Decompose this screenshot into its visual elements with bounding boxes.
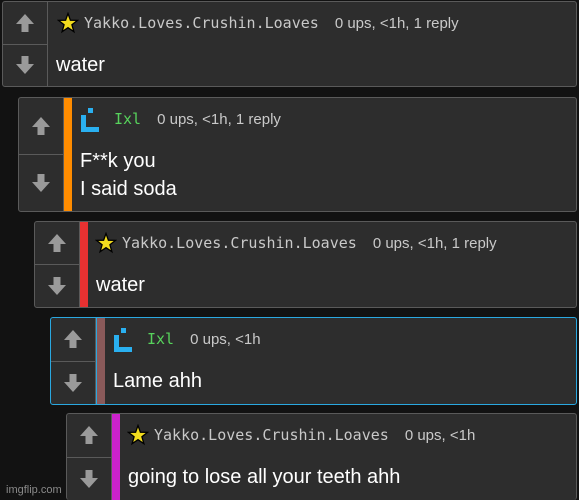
comment-5: Yakko.Loves.Crushin.Loaves 0 ups, <1h go… bbox=[66, 413, 577, 500]
comment-text: water bbox=[96, 271, 145, 299]
comment-body: Yakko.Loves.Crushin.Loaves 0 ups, <1h, 1… bbox=[88, 222, 576, 307]
blue-bracket-badge-icon bbox=[78, 107, 102, 132]
up-arrow-icon bbox=[32, 117, 50, 135]
upvote-button[interactable] bbox=[35, 222, 79, 264]
upvote-button[interactable] bbox=[3, 2, 47, 44]
downvote-button[interactable] bbox=[19, 154, 63, 211]
up-arrow-icon bbox=[80, 426, 98, 445]
comment-body: Yakko.Loves.Crushin.Loaves 0 ups, <1h go… bbox=[120, 414, 576, 500]
comment-stats: 0 ups, <1h, 1 reply bbox=[334, 14, 459, 32]
upvote-button[interactable] bbox=[51, 318, 95, 361]
comment-stats: 0 ups, <1h bbox=[190, 330, 261, 348]
watermark: imgflip.com bbox=[6, 484, 62, 496]
upvote-button[interactable] bbox=[19, 98, 63, 154]
comment-stats: 0 ups, <1h, 1 reply bbox=[157, 110, 281, 128]
star-badge-icon bbox=[94, 231, 118, 255]
comment-body: Ixl 0 ups, <1h Lame ahh bbox=[105, 318, 576, 404]
comment-line: water bbox=[96, 274, 145, 296]
down-arrow-icon bbox=[64, 373, 82, 392]
up-arrow-icon bbox=[64, 330, 82, 349]
comment-body: Yakko.Loves.Crushin.Loaves 0 ups, <1h, 1… bbox=[48, 2, 576, 86]
comment-text: Lame ahh bbox=[113, 367, 202, 395]
username-link[interactable]: Yakko.Loves.Crushin.Loaves bbox=[84, 14, 319, 32]
username-link[interactable]: Ixl bbox=[114, 110, 141, 128]
comment-4: Ixl 0 ups, <1h Lame ahh bbox=[50, 317, 577, 405]
comment-text: water bbox=[56, 51, 105, 79]
vote-column bbox=[67, 414, 112, 500]
thread-stripe bbox=[96, 318, 105, 404]
comment-text: going to lose all your teeth ahh bbox=[128, 463, 400, 491]
downvote-button[interactable] bbox=[35, 264, 79, 307]
thread-stripe bbox=[112, 414, 120, 500]
username-link[interactable]: Yakko.Loves.Crushin.Loaves bbox=[154, 426, 389, 444]
comment-meta: Yakko.Loves.Crushin.Loaves 0 ups, <1h bbox=[126, 423, 572, 447]
comment-1: Yakko.Loves.Crushin.Loaves 0 ups, <1h, 1… bbox=[2, 1, 577, 87]
blue-bracket-badge-icon bbox=[111, 327, 135, 352]
star-badge-icon bbox=[126, 423, 150, 447]
comment-line: F**k you bbox=[80, 150, 156, 172]
username-link[interactable]: Yakko.Loves.Crushin.Loaves bbox=[122, 234, 357, 252]
downvote-button[interactable] bbox=[3, 43, 47, 87]
comment-line: I said soda bbox=[80, 178, 177, 200]
down-arrow-icon bbox=[80, 469, 98, 488]
down-arrow-icon bbox=[32, 174, 50, 192]
thread-stripe bbox=[64, 98, 72, 211]
comment-line: Lame ahh bbox=[113, 370, 202, 392]
comment-line: going to lose all your teeth ahh bbox=[128, 466, 401, 488]
comment-2: Ixl 0 ups, <1h, 1 reply F**k you I said … bbox=[18, 97, 577, 212]
vote-column bbox=[3, 2, 48, 86]
star-badge-icon bbox=[56, 11, 80, 35]
down-arrow-icon bbox=[16, 56, 34, 75]
up-arrow-icon bbox=[16, 13, 34, 32]
comment-line: water bbox=[56, 54, 105, 76]
vote-column bbox=[35, 222, 80, 307]
comment-text: F**k you I said soda bbox=[80, 147, 177, 203]
username-link[interactable]: Ixl bbox=[147, 330, 174, 348]
downvote-button[interactable] bbox=[67, 456, 111, 500]
comment-meta: Ixl 0 ups, <1h, 1 reply bbox=[78, 107, 572, 132]
vote-column bbox=[19, 98, 64, 211]
up-arrow-icon bbox=[48, 234, 66, 252]
vote-column bbox=[51, 318, 96, 404]
thread-stripe bbox=[80, 222, 88, 307]
comment-meta: Ixl 0 ups, <1h bbox=[111, 327, 572, 352]
comment-3: Yakko.Loves.Crushin.Loaves 0 ups, <1h, 1… bbox=[34, 221, 577, 308]
down-arrow-icon bbox=[48, 277, 66, 295]
comment-meta: Yakko.Loves.Crushin.Loaves 0 ups, <1h, 1… bbox=[94, 231, 572, 255]
comment-meta: Yakko.Loves.Crushin.Loaves 0 ups, <1h, 1… bbox=[56, 11, 572, 35]
comment-stats: 0 ups, <1h, 1 reply bbox=[372, 234, 497, 252]
comment-stats: 0 ups, <1h bbox=[404, 426, 476, 444]
upvote-button[interactable] bbox=[67, 414, 111, 457]
downvote-button[interactable] bbox=[51, 360, 95, 405]
comment-body: Ixl 0 ups, <1h, 1 reply F**k you I said … bbox=[72, 98, 576, 211]
